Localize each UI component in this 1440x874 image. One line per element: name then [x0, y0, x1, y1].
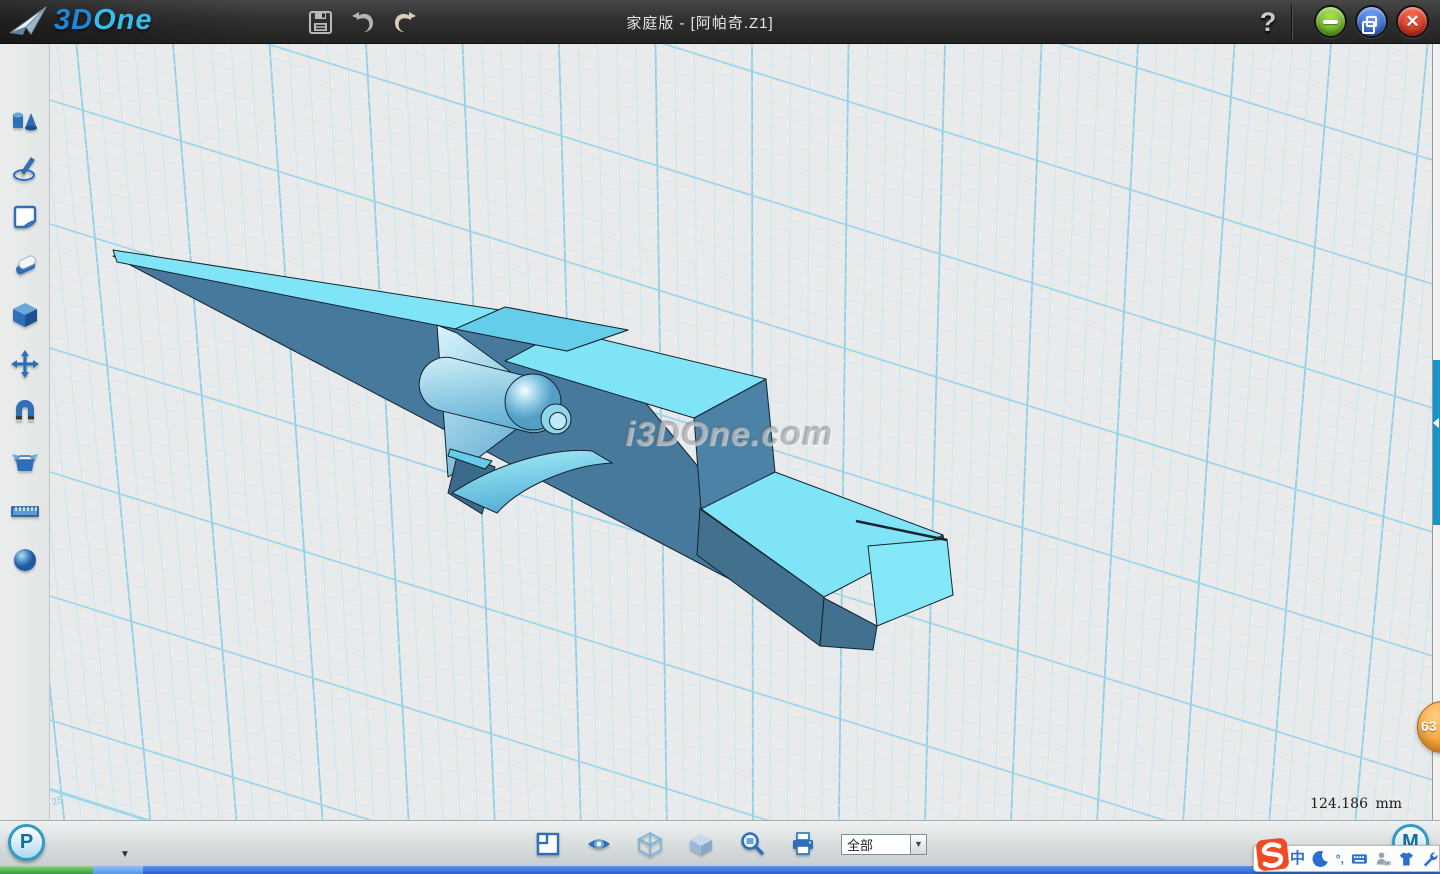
- printer-icon[interactable]: [790, 831, 816, 857]
- moon-night-icon[interactable]: [1312, 850, 1329, 868]
- start-button-edge[interactable]: [0, 866, 93, 874]
- magnet-snap-icon[interactable]: [10, 398, 40, 428]
- left-toolbar: [0, 44, 50, 820]
- sketch-pen-icon[interactable]: [10, 154, 40, 184]
- window-title: 家庭版 - [阿帕奇.Z1]: [480, 0, 920, 44]
- 3done-application-window: 3DOne 家庭版 - [阿帕奇.Z1] ?: [0, 0, 1440, 874]
- panel-collapse-tab[interactable]: [1433, 360, 1440, 525]
- chevron-down-icon[interactable]: ▼: [911, 834, 927, 855]
- sogou-logo-icon[interactable]: [1254, 836, 1290, 872]
- chinese-mode-icon[interactable]: 中: [1290, 851, 1305, 866]
- punctuation-icon[interactable]: °,: [1336, 853, 1344, 865]
- primitives-icon[interactable]: [10, 106, 40, 136]
- eye-visibility-icon[interactable]: [586, 831, 612, 857]
- measurement-readout: 124.186 mm: [1310, 796, 1402, 812]
- zoom-search-icon[interactable]: [739, 831, 765, 857]
- bottom-toolbar: 全部 ▼: [0, 820, 1440, 866]
- badge-caret-icon[interactable]: ▼: [120, 849, 130, 860]
- help-button[interactable]: ?: [1252, 4, 1284, 40]
- wrench-settings-icon[interactable]: [1422, 850, 1439, 868]
- paper-plane-icon: [8, 5, 48, 37]
- boolean-box-icon[interactable]: [10, 447, 40, 477]
- sketch-plane-icon[interactable]: [10, 202, 40, 232]
- shaded-cube-icon[interactable]: [688, 831, 714, 857]
- taskbar-strip: [143, 866, 1440, 874]
- view-plane-icon[interactable]: [535, 831, 561, 857]
- redo-icon[interactable]: [390, 8, 420, 36]
- taskbar-item-edge[interactable]: [93, 866, 143, 874]
- notification-count: 63: [1421, 718, 1437, 734]
- sphere-render-icon[interactable]: [10, 545, 40, 575]
- svg-text:14: 14: [1384, 861, 1388, 865]
- close-button[interactable]: ✕: [1396, 5, 1429, 38]
- minimize-button[interactable]: [1314, 5, 1347, 38]
- move-icon[interactable]: [10, 349, 40, 379]
- restore-button[interactable]: [1355, 5, 1388, 38]
- title-bar: 3DOne 家庭版 - [阿帕奇.Z1] ?: [0, 0, 1440, 44]
- apache-3d-model[interactable]: [50, 44, 1432, 820]
- wireframe-cube-icon[interactable]: [637, 831, 663, 857]
- viewport-canvas[interactable]: i3DOne.com 25 124.186 mm: [50, 44, 1432, 820]
- measure-ruler-icon[interactable]: [10, 496, 40, 526]
- cube-feature-icon[interactable]: [10, 300, 40, 330]
- user-icon[interactable]: 14: [1375, 850, 1392, 868]
- os-taskbar-edge: [0, 866, 1440, 874]
- ime-toolbar: 中 °, 14: [1253, 845, 1440, 872]
- app-name: 3DOne: [54, 4, 152, 37]
- eraser-deform-icon[interactable]: [10, 251, 40, 281]
- app-logo: 3DOne: [8, 4, 152, 37]
- filter-value[interactable]: 全部: [841, 834, 911, 855]
- titlebar-divider: [1292, 4, 1293, 40]
- undo-icon[interactable]: [348, 8, 378, 36]
- chevron-left-icon: [1433, 418, 1439, 428]
- save-icon[interactable]: [305, 8, 335, 36]
- profile-badge-left[interactable]: P: [8, 824, 45, 861]
- keyboard-icon[interactable]: [1351, 850, 1368, 868]
- skin-tshirt-icon[interactable]: [1398, 850, 1415, 868]
- display-filter-dropdown[interactable]: 全部 ▼: [841, 834, 927, 855]
